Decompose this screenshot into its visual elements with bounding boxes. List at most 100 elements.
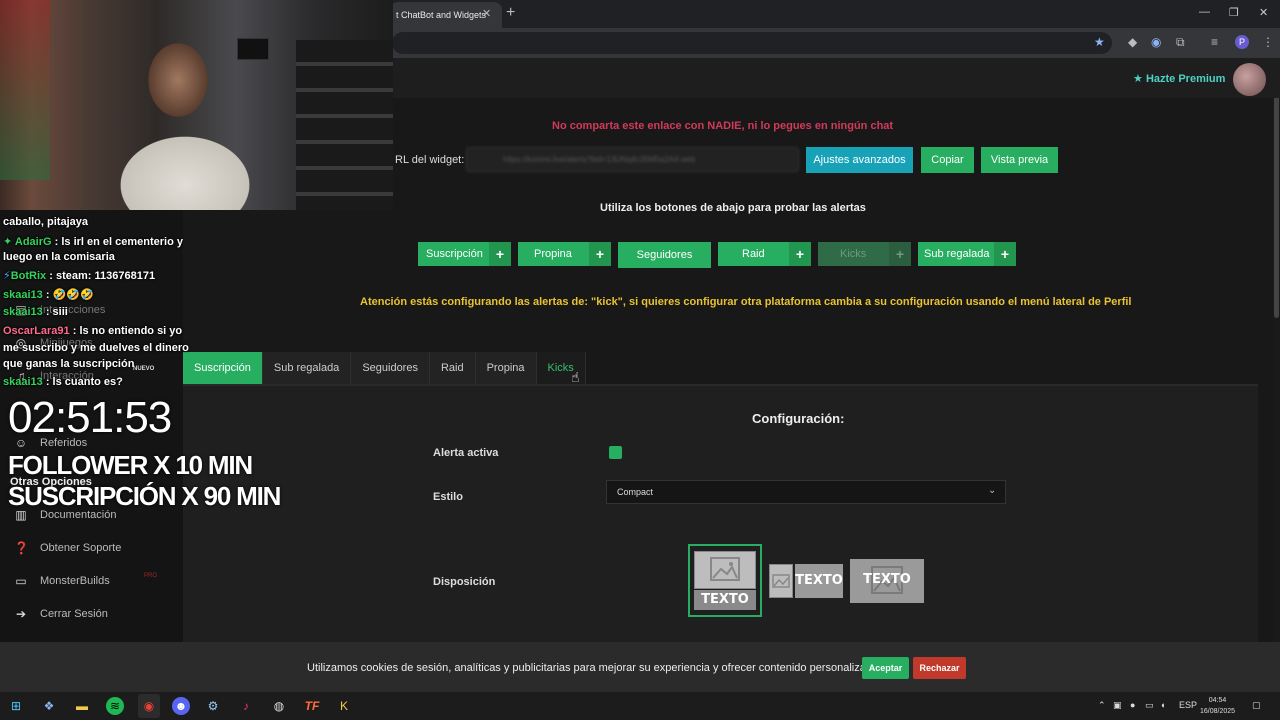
extension-diamond-icon[interactable]: ◆ [1128,35,1137,49]
tab-raid[interactable]: Raid [429,352,476,384]
style-select[interactable]: Compact [606,480,1006,504]
app-tf-icon[interactable]: TF [303,697,321,715]
layout-option-overlay[interactable]: TEXTO [850,559,924,603]
close-window-icon[interactable]: ✕ [1259,6,1268,19]
obs-icon[interactable]: ◍ [270,697,288,715]
profile-avatar[interactable]: P [1235,35,1249,49]
media-controls-icon[interactable]: ≡ [1211,35,1218,49]
layout-text-label: TEXTO [694,590,756,610]
cookie-accept-button[interactable]: Aceptar [862,657,909,679]
share-warning: No comparta este enlace con NADIE, ni lo… [552,120,894,132]
test-tip-button[interactable]: Propina + [518,242,611,266]
cookie-text: Utilizamos cookies de sesión, analíticas… [307,662,882,674]
tab-tip[interactable]: Propina [475,352,537,384]
discord-icon[interactable]: ☻ [172,697,190,715]
chat-message: OscarLara91 : ls no entiendo si yo [3,325,183,337]
chat-username: OscarLara91 [3,325,70,337]
test-followers-button[interactable]: Seguidores [618,242,711,268]
copilot-icon[interactable]: ❖ [40,697,58,715]
chat-username: skaai13 [3,376,43,388]
alert-active-checkbox[interactable] [609,446,622,459]
spotify-icon[interactable]: ≋ [106,697,124,715]
taskbar-clock[interactable]: 04:54 16/08/2025 [1200,695,1235,717]
sidebar-item-logout[interactable]: ➔ Cerrar Sesión [14,607,108,621]
sidebar-item-monsterbuilds[interactable]: ▭ MonsterBuilds [14,574,109,588]
chat-username: skaai13 [3,306,43,318]
chat-message: ✦ AdairG : ls irl en el cementerio y [3,236,184,248]
steam-icon[interactable]: ⚙ [204,697,222,715]
webcam-background-tv [237,38,269,60]
bot-badge-icon: ⚡ [3,270,11,282]
extensions-puzzle-icon[interactable]: ⧉ [1176,35,1185,50]
test-button-label: Raid [742,248,765,260]
premium-label: Hazte Premium [1145,73,1226,85]
alert-active-label: Alerta activa [433,447,499,459]
clock-date: 16/08/2025 [1200,708,1236,715]
chat-message: ⚡BotRix : steam: 1136768171 [3,270,156,282]
test-raid-button[interactable]: Raid + [718,242,811,266]
chat-message: skaai13 : ls cuanto es? [3,376,123,388]
language-indicator[interactable]: ESP [1179,700,1197,710]
app-k-icon[interactable]: K [335,697,353,715]
advanced-settings-button[interactable]: Ajustes avanzados [806,147,913,173]
notifications-icon[interactable]: ▢ [1252,700,1261,711]
chrome-icon[interactable]: ◉ [140,697,158,715]
volume-icon[interactable]: ◖ [1160,700,1165,710]
image-placeholder-icon[interactable] [769,564,793,598]
premium-link[interactable]: ★ Hazte Premium [1133,72,1225,85]
new-tab-icon[interactable]: + [506,4,515,22]
tab-gifted-sub[interactable]: Sub regalada [262,352,352,384]
layout-option-side[interactable]: TEXTO [795,564,843,598]
badge-icon: ✦ [3,236,13,248]
tab-close-icon[interactable]: ✕ [482,7,491,20]
chat-username: skaai13 [3,289,43,301]
subathon-follower-rule: FOLLOWER X 10 MIN [8,450,253,480]
monitor-icon: ▭ [15,574,27,588]
chat-message: skaai13 : 🤣🤣🤣 [3,289,94,301]
bookmark-star-icon[interactable]: ★ [1094,35,1105,49]
cast-icon[interactable]: ◉ [1151,35,1161,49]
star-icon: ★ [1133,73,1143,85]
network-icon[interactable]: ▭ [1145,700,1154,711]
question-icon: ❓ [14,541,29,555]
tab-followers[interactable]: Seguidores [351,352,430,384]
widget-url-label: RL del widget: [395,154,465,166]
address-bar[interactable] [392,32,1112,54]
restore-icon[interactable]: ❐ [1229,6,1239,19]
tray-chevron-icon[interactable]: ⌃ [1098,700,1106,711]
test-kicks-button[interactable]: Kicks + [818,242,911,266]
tab-title: t ChatBot and Widgets [396,10,487,20]
widget-url-input[interactable]: https://kommi.live/alerts?bid=13UNq4c35M… [466,147,799,172]
new-badge: NUEVO [133,366,155,372]
chat-message: caballo, pitajaya [3,216,88,228]
tiktok-icon[interactable]: ♪ [237,697,255,715]
cookie-reject-button[interactable]: Rechazar [913,657,966,679]
test-button-label: Kicks [840,248,867,260]
menu-kebab-icon[interactable]: ⋮ [1262,35,1274,49]
scrollbar-thumb[interactable] [1274,68,1279,318]
test-alerts-hint: Utiliza los botones de abajo para probar… [600,202,866,214]
pro-badge: PRO [144,573,158,579]
tab-subscription[interactable]: Suscripción [183,352,263,384]
preview-button[interactable]: Vista previa [981,147,1058,173]
layout-label: Disposición [433,576,496,588]
test-subscription-button[interactable]: Suscripción + [418,242,511,266]
minimize-icon[interactable]: — [1199,6,1210,18]
microphone-icon[interactable]: ● [1130,700,1135,710]
subathon-sub-rule: SUSCRIPCIÓN X 90 MIN [8,481,281,511]
user-avatar[interactable] [1233,63,1266,96]
sidebar-item-label: Cerrar Sesión [40,608,108,620]
sidebar-item-label: Obtener Soporte [40,542,122,554]
sidebar-item-support[interactable]: ❓ Obtener Soporte [14,541,121,555]
windows-start-icon[interactable]: ⊞ [7,697,25,715]
tray-app-icon[interactable]: ▣ [1113,700,1122,711]
test-gifted-sub-button[interactable]: Sub regalada + [918,242,1016,266]
copy-button[interactable]: Copiar [921,147,974,173]
layout-text-label: TEXTO [863,572,911,587]
plus-icon: + [589,242,611,266]
chevron-down-icon: ⌄ [988,485,997,496]
logout-icon: ➔ [15,607,27,621]
style-label: Estilo [433,491,463,503]
file-explorer-icon[interactable]: ▬ [73,697,91,715]
platform-warning: Atención estás configurando las alertas … [360,296,1132,308]
